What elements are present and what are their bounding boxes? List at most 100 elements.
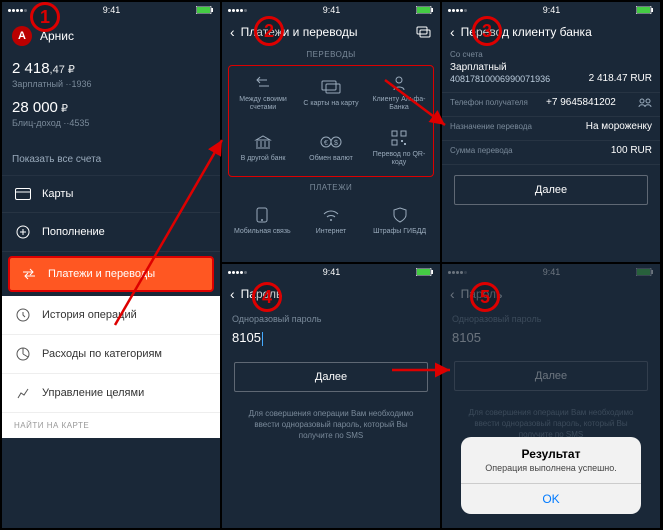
menu-goals[interactable]: Управление целями [2, 374, 220, 413]
step-badge-1: 1 [30, 2, 60, 32]
alert-ok-button[interactable]: OK [461, 483, 641, 514]
clock-icon [14, 308, 32, 322]
next-button[interactable]: Далее [454, 175, 648, 205]
amount-label: Сумма перевода [450, 146, 513, 155]
phone-label: Телефон получателя [450, 98, 528, 107]
contacts-icon[interactable] [638, 98, 652, 108]
cell-qr[interactable]: Перевод по QR-коду [365, 121, 433, 176]
chart-icon [14, 386, 32, 400]
menu-payments-label: Платежи и переводы [48, 268, 155, 280]
menu-payments-transfers[interactable]: Платежи и переводы [8, 256, 214, 292]
battery-icon [636, 268, 654, 276]
card-to-card-icon [321, 78, 341, 96]
transfer-icon [20, 268, 38, 280]
battery-icon [416, 6, 434, 14]
screen-2-payments: 9:41 ‹ Платежи и переводы ПЕРЕВОДЫ Между… [222, 2, 440, 262]
menu-expenses[interactable]: Расходы по категориям [2, 335, 220, 374]
section-transfers: ПЕРЕВОДЫ [222, 46, 440, 63]
templates-icon[interactable] [416, 25, 432, 39]
status-bar: 9:41 [222, 264, 440, 280]
qr-icon [391, 129, 407, 147]
amount-value: 100 RUR [611, 145, 652, 156]
menu-topup[interactable]: Пополнение [2, 213, 220, 252]
svg-text:€: € [324, 140, 328, 147]
wifi-icon [322, 206, 340, 224]
status-time: 9:41 [323, 5, 341, 15]
status-bar: 9:41 [442, 264, 660, 280]
status-time: 9:41 [543, 267, 561, 277]
otp-label: Одноразовый пароль [442, 308, 660, 326]
cell-own-accounts[interactable]: Между своими счетами [229, 66, 297, 121]
purpose-section[interactable]: Назначение перевода На мороженку [442, 117, 660, 141]
exchange-icon: €$ [320, 133, 342, 151]
menu-cards-label: Карты [42, 188, 73, 200]
screen-1-home: 9:41 A Арнис 2 418,47 ₽ Зарплатный ··193… [2, 2, 220, 528]
cell-bank-client[interactable]: Клиенту Альфа-Банка [365, 66, 433, 121]
payments-grid: Мобильная связь Интернет Штрафы ГИБДД [228, 198, 434, 244]
phone-section[interactable]: Телефон получателя +7 9645841202 [442, 93, 660, 117]
screen-3-transfer-form: 9:41 ‹ Перевод клиенту банка Со счета За… [442, 2, 660, 262]
svg-text:$: $ [334, 140, 338, 147]
back-icon: ‹ [450, 286, 455, 302]
from-name: Зарплатный [450, 62, 507, 73]
menu-topup-label: Пополнение [42, 226, 105, 238]
balances: 2 418,47 ₽ Зарплатный ··1936 28 000 ₽ Бл… [2, 54, 220, 148]
from-label: Со счета [450, 50, 652, 59]
from-account-section[interactable]: Со счета Зарплатный 40817810006990071936… [442, 46, 660, 93]
step-badge-5: 5 [470, 282, 500, 312]
plus-icon [14, 225, 32, 239]
cell-exchange[interactable]: €$Обмен валют [297, 121, 365, 176]
sms-info: Для совершения операции Вам необходимо в… [222, 402, 440, 448]
battery-icon [636, 6, 654, 14]
phone-icon [256, 206, 268, 224]
status-time: 9:41 [323, 267, 341, 277]
menu-history-label: История операций [42, 309, 137, 321]
result-alert: Результат Операция выполнена успешно. OK [461, 437, 641, 514]
account-2[interactable]: 28 000 ₽ Блиц-доход ··4535 [12, 99, 210, 128]
from-balance: 2 418.47 RUR [589, 73, 652, 84]
alert-title: Результат [461, 437, 641, 463]
cell-internet[interactable]: Интернет [297, 198, 366, 244]
cell-mobile[interactable]: Мобильная связь [228, 198, 297, 244]
step-badge-3: 3 [472, 16, 502, 46]
back-icon[interactable]: ‹ [230, 24, 235, 40]
find-on-map[interactable]: НАЙТИ НА КАРТЕ [2, 413, 220, 438]
status-bar: 9:41 [222, 2, 440, 18]
status-bar: 9:41 [442, 2, 660, 18]
pie-icon [14, 347, 32, 361]
otp-input[interactable]: 8105 [222, 326, 440, 352]
purpose-label: Назначение перевода [450, 122, 532, 131]
status-time: 9:41 [103, 5, 121, 15]
cell-card-to-card[interactable]: С карты на карту [297, 66, 365, 121]
back-icon[interactable]: ‹ [230, 286, 235, 302]
back-icon[interactable]: ‹ [450, 24, 455, 40]
next-button[interactable]: Далее [234, 362, 428, 392]
alert-message: Операция выполнена успешно. [461, 463, 641, 483]
menu-goals-label: Управление целями [42, 387, 144, 399]
phone-value: +7 9645841202 [546, 97, 616, 108]
avatar: A [12, 26, 32, 46]
card-icon [14, 188, 32, 200]
menu-history[interactable]: История операций [2, 296, 220, 335]
purpose-value: На мороженку [586, 121, 652, 132]
section-payments: ПЛАТЕЖИ [222, 179, 440, 196]
step-badge-2: 2 [254, 16, 284, 46]
cell-fines[interactable]: Штрафы ГИБДД [365, 198, 434, 244]
alert-overlay: Результат Операция выполнена успешно. OK [442, 437, 660, 514]
amount-section[interactable]: Сумма перевода 100 RUR [442, 141, 660, 165]
account-1[interactable]: 2 418,47 ₽ Зарплатный ··1936 [12, 60, 210, 89]
menu-cards[interactable]: Карты [2, 176, 220, 213]
own-accounts-icon [253, 74, 273, 92]
person-icon [391, 74, 407, 92]
cell-other-bank[interactable]: В другой банк [229, 121, 297, 176]
battery-icon [416, 268, 434, 276]
menu-expenses-label: Расходы по категориям [42, 348, 162, 360]
status-time: 9:41 [543, 5, 561, 15]
shield-icon [393, 206, 407, 224]
bank-icon [254, 133, 272, 151]
otp-label: Одноразовый пароль [222, 308, 440, 326]
from-account-number: 40817810006990071936 [450, 74, 550, 84]
transfers-grid: Между своими счетами С карты на карту Кл… [228, 65, 434, 177]
show-all-accounts[interactable]: Показать все счета [2, 148, 220, 176]
otp-input: 8105 [442, 326, 660, 351]
